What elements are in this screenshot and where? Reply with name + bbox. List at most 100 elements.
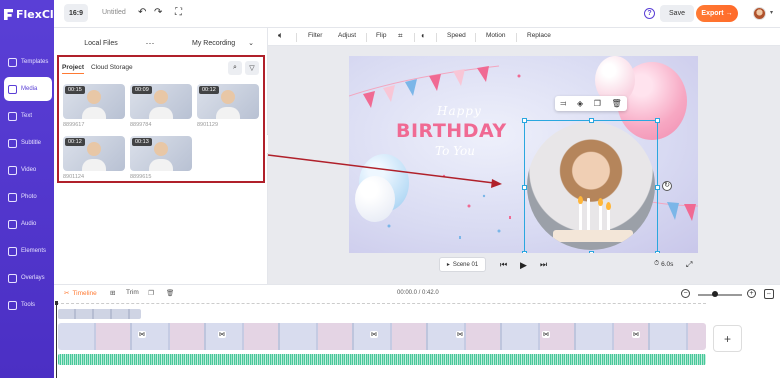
resize-handle[interactable] bbox=[522, 185, 527, 190]
copy-icon[interactable]: ❐ bbox=[148, 289, 154, 297]
rotate-handle-icon[interactable]: ↻ bbox=[662, 181, 672, 191]
zoom-out-icon[interactable]: − bbox=[681, 289, 690, 298]
play-icon[interactable]: ▶ bbox=[520, 261, 527, 270]
timeline-ruler bbox=[56, 303, 706, 304]
help-icon[interactable]: ? bbox=[644, 8, 655, 19]
tab-timeline[interactable]: ✂ Timeline bbox=[64, 289, 97, 298]
candle bbox=[607, 208, 610, 232]
skip-back-icon[interactable]: ⏮ bbox=[500, 261, 507, 269]
filter-button[interactable]: Filter bbox=[308, 32, 322, 39]
sidebar-item-label: Audio bbox=[21, 221, 37, 227]
selected-photo[interactable] bbox=[522, 118, 660, 253]
happy-text[interactable]: Happy bbox=[437, 104, 482, 118]
adjust-button[interactable]: Adjust bbox=[338, 32, 356, 39]
zoom-in-icon[interactable]: + bbox=[747, 289, 756, 298]
resize-handle[interactable] bbox=[522, 118, 527, 123]
resize-handle[interactable] bbox=[589, 251, 594, 253]
sidebar-item-audio[interactable]: Audio bbox=[4, 212, 52, 236]
birthday-text[interactable]: BIRTHDAY bbox=[396, 120, 507, 142]
sidebar-item-label: Media bbox=[21, 86, 38, 92]
audio-track[interactable] bbox=[58, 354, 706, 365]
local-files-button[interactable]: Local Files bbox=[64, 34, 138, 52]
media-thumbnail[interactable]: 00:13 bbox=[130, 136, 192, 171]
arrow-right-icon: → bbox=[725, 10, 733, 17]
delete-icon[interactable]: 🗑︎ bbox=[166, 289, 174, 297]
search-icon[interactable]: ⌕ bbox=[228, 61, 242, 75]
replace-button[interactable]: Replace bbox=[527, 32, 551, 39]
sidebar-item-overlays[interactable]: Overlays bbox=[4, 266, 52, 290]
chevron-down-icon[interactable]: ▾ bbox=[770, 9, 773, 16]
project-title[interactable]: Untitled bbox=[102, 9, 126, 16]
logo-icon bbox=[4, 9, 13, 20]
avatar[interactable] bbox=[753, 7, 766, 20]
undo-icon[interactable]: ↶ bbox=[138, 8, 146, 18]
chevron-down-icon: ⌄ bbox=[248, 40, 254, 47]
fullscreen-preview-icon[interactable]: ⤢ bbox=[686, 261, 692, 269]
align-icon[interactable]: ⫤ bbox=[560, 99, 566, 109]
volume-icon[interactable]: 🔈︎ bbox=[278, 30, 283, 41]
add-clip-button[interactable]: + bbox=[713, 325, 742, 352]
sidebar-item-text[interactable]: Text bbox=[4, 104, 52, 128]
transition-icon[interactable]: ⋈ bbox=[542, 331, 550, 338]
resize-handle[interactable] bbox=[522, 251, 527, 253]
filter-icon[interactable]: ▽ bbox=[245, 61, 259, 75]
media-thumbnail[interactable]: 00:15 bbox=[63, 84, 125, 119]
media-id: 8901124 bbox=[63, 174, 85, 180]
save-button[interactable]: Save bbox=[660, 5, 694, 22]
scene-selector[interactable]: ▸ Scene 01 bbox=[439, 257, 486, 272]
tools-icon bbox=[8, 300, 17, 310]
scene-duration[interactable]: ⏱ 6.0s bbox=[654, 260, 673, 268]
video-track[interactable] bbox=[58, 323, 706, 350]
flip-button[interactable]: Flip bbox=[376, 32, 386, 39]
fullscreen-icon[interactable]: ⛶ bbox=[175, 8, 182, 18]
resize-handle[interactable] bbox=[655, 185, 660, 190]
transition-icon[interactable]: ⋈ bbox=[218, 331, 226, 338]
split-icon[interactable]: ⊞ bbox=[110, 289, 115, 297]
duplicate-icon[interactable]: ❐ bbox=[594, 99, 601, 108]
tab-trim[interactable]: Trim bbox=[126, 289, 139, 296]
edit-toolbar: 🔈︎ Filter Adjust Flip ⌗ ◐ Speed Motion R… bbox=[268, 28, 780, 46]
export-button[interactable]: Export → bbox=[696, 5, 738, 22]
sidebar-item-templates[interactable]: Templates bbox=[4, 50, 52, 74]
aspect-ratio-button[interactable]: 16:9 bbox=[64, 4, 88, 22]
sidebar-item-subtitle[interactable]: Subtitle bbox=[4, 131, 52, 155]
crop-icon[interactable]: ⌗ bbox=[398, 31, 403, 41]
elements-icon bbox=[8, 246, 17, 256]
skip-forward-icon[interactable]: ⏭ bbox=[540, 261, 547, 269]
contrast-icon[interactable]: ◐ bbox=[421, 31, 426, 40]
tab-project[interactable]: Project bbox=[62, 64, 85, 74]
layers-icon[interactable]: ◈ bbox=[577, 99, 583, 108]
duration-badge: 00:09 bbox=[132, 86, 152, 94]
my-recording-dropdown[interactable]: My Recording ⌄ bbox=[164, 34, 260, 52]
playhead[interactable] bbox=[55, 301, 58, 378]
to-you-text[interactable]: To You bbox=[435, 144, 475, 158]
transition-icon[interactable]: ⋈ bbox=[456, 331, 464, 338]
sidebar-item-elements[interactable]: Elements bbox=[4, 239, 52, 263]
fit-timeline-icon[interactable]: ⇔ bbox=[764, 289, 774, 299]
resize-handle[interactable] bbox=[655, 251, 660, 253]
overlay-track[interactable] bbox=[58, 309, 141, 319]
media-thumbnail[interactable]: 00:12 bbox=[197, 84, 259, 119]
sidebar-item-label: Photo bbox=[21, 194, 37, 200]
zoom-slider-handle[interactable] bbox=[712, 291, 718, 297]
redo-icon[interactable]: ↷ bbox=[154, 8, 162, 18]
delete-icon[interactable]: 🗑︎ bbox=[612, 99, 622, 108]
resize-handle[interactable] bbox=[589, 118, 594, 123]
media-thumbnail[interactable]: 00:09 bbox=[130, 84, 192, 119]
sidebar-item-label: Elements bbox=[21, 248, 47, 254]
transition-icon[interactable]: ⋈ bbox=[138, 331, 146, 338]
tab-cloud-storage[interactable]: Cloud Storage bbox=[91, 64, 133, 71]
sidebar-item-photo[interactable]: Photo bbox=[4, 185, 52, 209]
sidebar-item-tools[interactable]: Tools bbox=[4, 293, 52, 317]
more-options-button[interactable]: ··· bbox=[140, 34, 160, 52]
media-thumbnail[interactable]: 00:12 bbox=[63, 136, 125, 171]
transition-icon[interactable]: ⋈ bbox=[632, 331, 640, 338]
resize-handle[interactable] bbox=[655, 118, 660, 123]
motion-button[interactable]: Motion bbox=[486, 32, 506, 39]
sidebar-item-media[interactable]: Media bbox=[4, 77, 52, 101]
video-canvas[interactable]: Happy BIRTHDAY To You bbox=[349, 56, 698, 253]
sidebar-item-video[interactable]: Video bbox=[4, 158, 52, 182]
zoom-slider-track[interactable] bbox=[698, 294, 742, 296]
speed-button[interactable]: Speed bbox=[447, 32, 466, 39]
transition-icon[interactable]: ⋈ bbox=[370, 331, 378, 338]
